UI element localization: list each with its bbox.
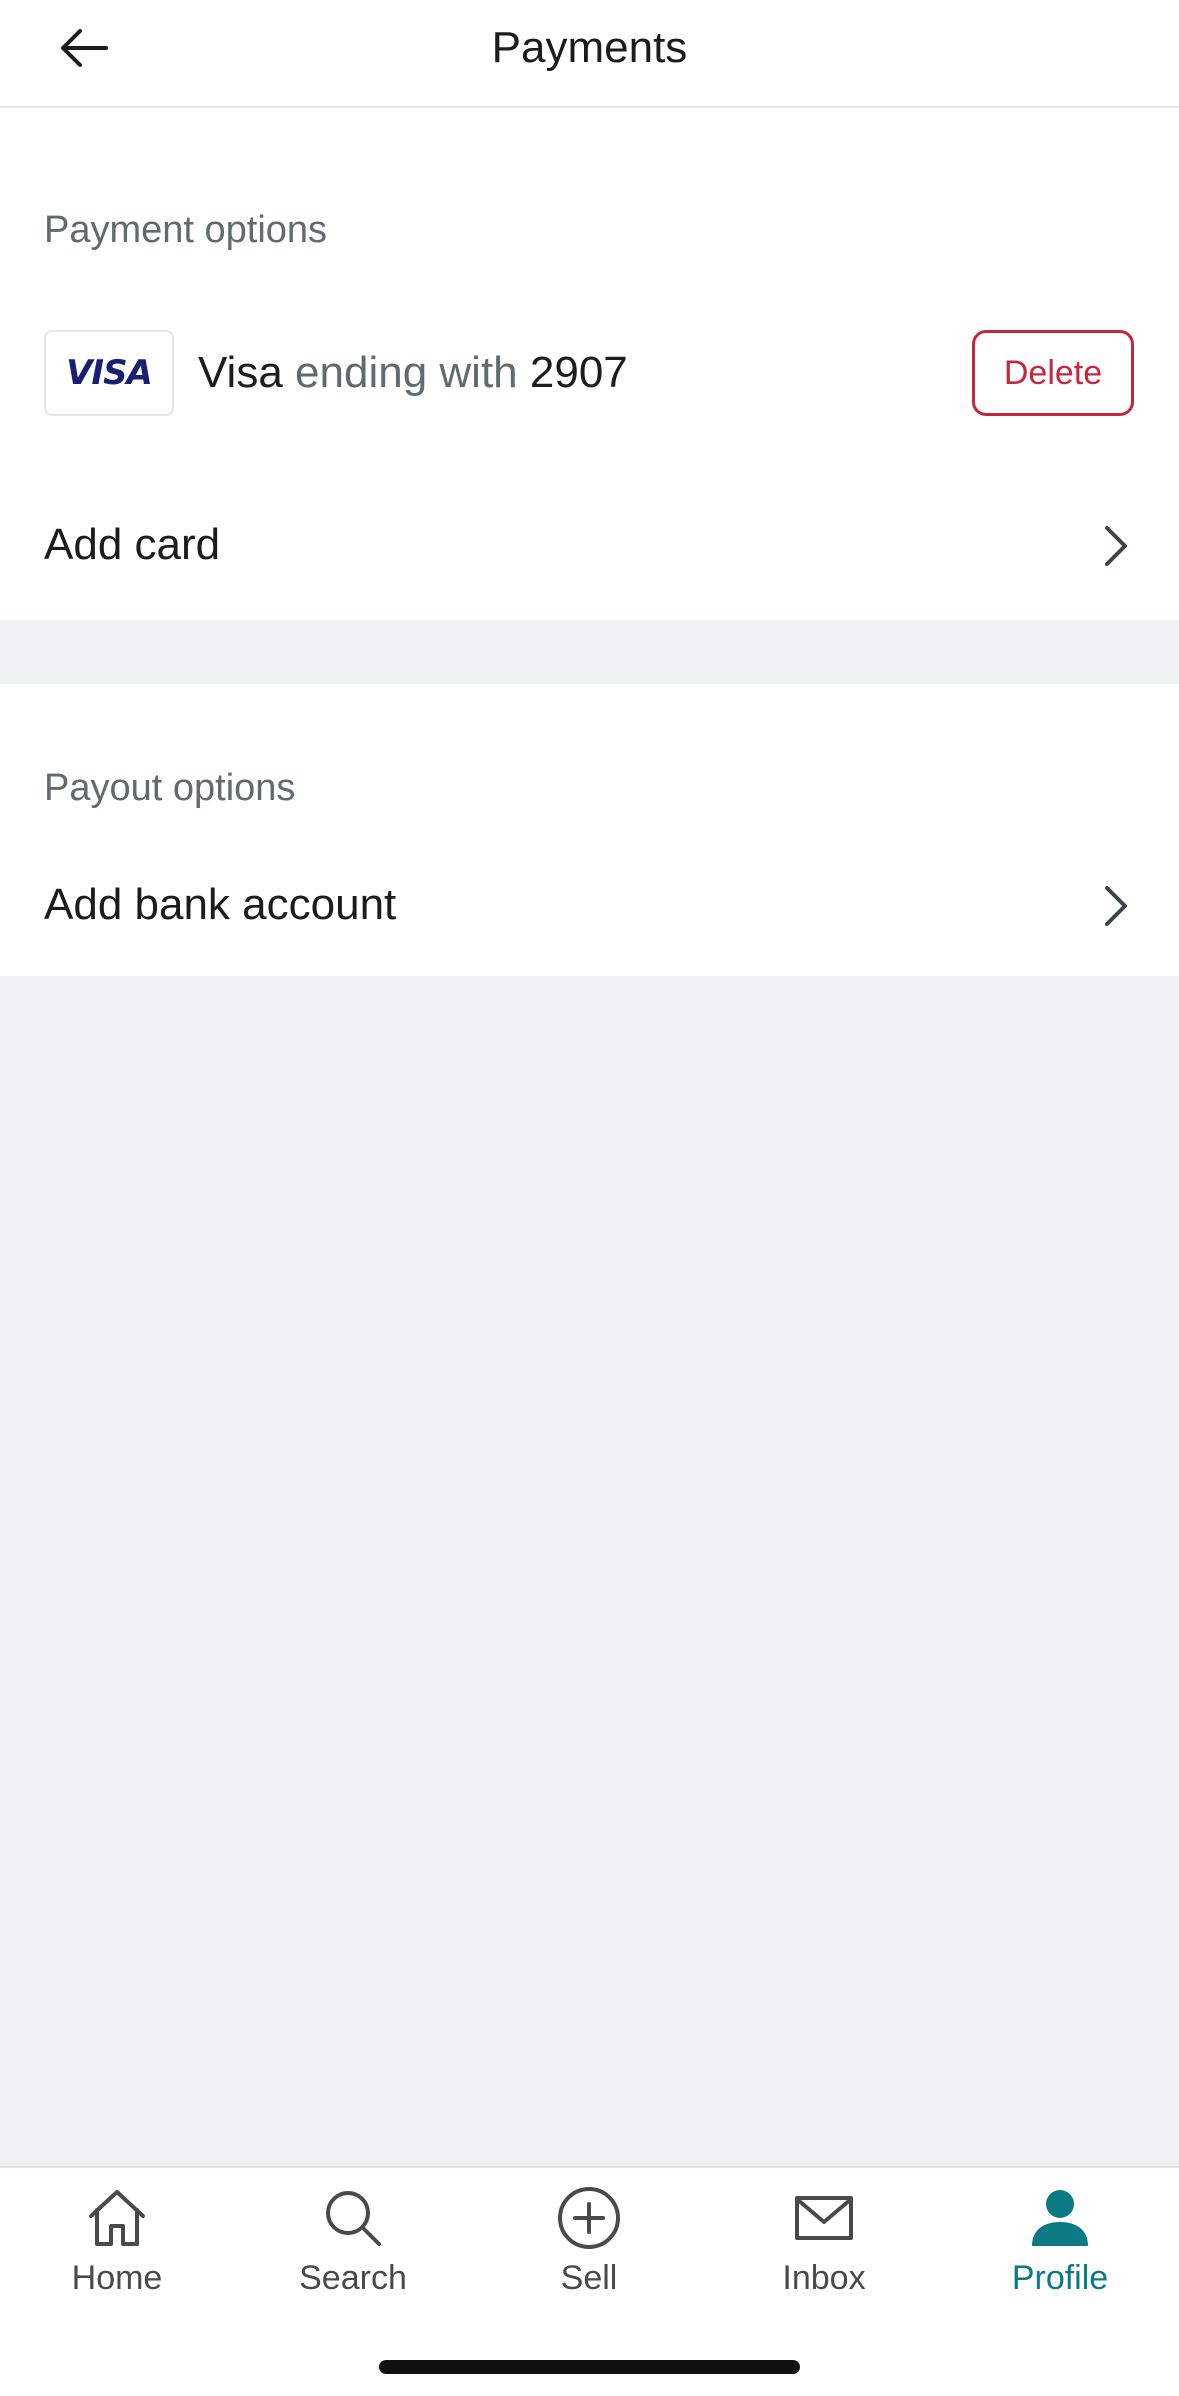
person-icon <box>1032 2190 1088 2246</box>
visa-logo: VISA <box>44 330 174 416</box>
tab-inbox[interactable]: Inbox <box>724 2184 924 2324</box>
header: Payments <box>0 0 1179 108</box>
chevron-right-icon <box>1105 526 1127 566</box>
add-bank-account-row[interactable]: Add bank account <box>0 856 1179 956</box>
card-ending-text: ending with <box>295 348 518 397</box>
tab-profile-label: Profile <box>1011 2259 1109 2297</box>
tab-profile[interactable]: Profile <box>960 2184 1160 2324</box>
tab-sell-label: Sell <box>560 2259 618 2297</box>
tab-search-label: Search <box>299 2259 407 2297</box>
home-indicator <box>379 2360 800 2374</box>
saved-card-row: VISA Visa ending with 2907 Delete <box>0 318 1179 428</box>
search-icon <box>326 2191 381 2246</box>
card-last4: 2907 <box>529 348 628 397</box>
tab-home[interactable]: Home <box>17 2184 217 2324</box>
delete-card-button[interactable]: Delete <box>972 330 1134 416</box>
tab-search[interactable]: Search <box>253 2184 453 2324</box>
payout-options-section: Payout options Add bank account <box>0 684 1179 976</box>
home-icon <box>89 2190 145 2246</box>
tab-sell[interactable]: Sell <box>489 2184 689 2324</box>
page-title: Payments <box>491 23 688 72</box>
payment-options-label: Payment options <box>44 209 328 251</box>
chevron-right-icon <box>1105 886 1127 926</box>
add-bank-account-label: Add bank account <box>44 880 397 929</box>
mail-icon <box>795 2196 853 2240</box>
tab-inbox-label: Inbox <box>782 2259 866 2297</box>
payments-screen: Payments Payment options VISA Visa endin… <box>0 0 1179 2396</box>
plus-circle-icon <box>558 2187 620 2249</box>
card-description: Visa ending with 2907 <box>198 346 628 400</box>
visa-logo-text: VISA <box>66 353 153 393</box>
add-card-row[interactable]: Add card <box>0 496 1179 596</box>
payment-options-section: Payment options VISA Visa ending with 29… <box>0 108 1179 620</box>
tab-home-label: Home <box>71 2259 163 2297</box>
payout-options-label: Payout options <box>44 767 296 809</box>
add-card-label: Add card <box>44 520 221 569</box>
card-brand: Visa <box>198 348 283 397</box>
